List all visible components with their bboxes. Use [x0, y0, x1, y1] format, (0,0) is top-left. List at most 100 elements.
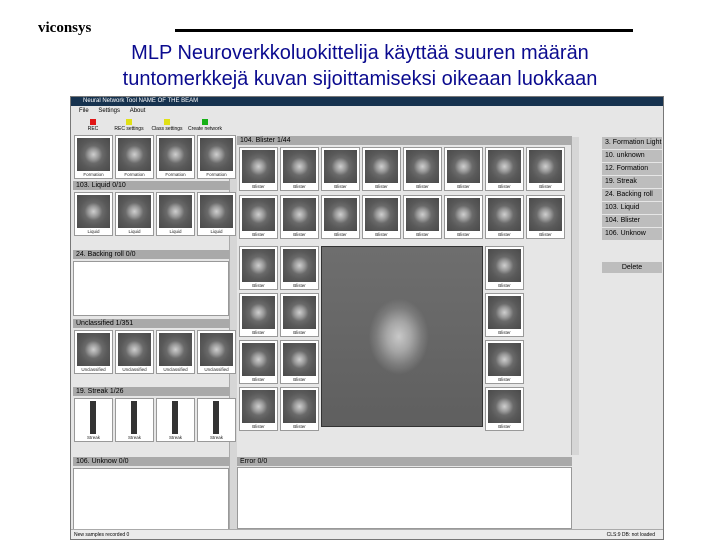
- center-thumb[interactable]: Blister: [239, 293, 278, 337]
- thumb-caption: Unclassified: [204, 367, 229, 372]
- center-thumb[interactable]: Blister: [485, 195, 524, 239]
- center-thumb[interactable]: Blister: [485, 387, 524, 431]
- thumb-caption: Blister: [293, 377, 306, 382]
- thumb-caption: Blister: [293, 283, 306, 288]
- thumb-image: [283, 296, 316, 329]
- class-list-item[interactable]: 12. Formation: [602, 163, 662, 175]
- center-thumb[interactable]: Blister: [280, 340, 319, 384]
- center-thumb[interactable]: Blister: [239, 195, 278, 239]
- menu-settings[interactable]: Settings: [98, 108, 120, 114]
- center-thumb[interactable]: Blister: [362, 195, 401, 239]
- center-thumb[interactable]: Blister: [280, 246, 319, 290]
- class-list-item[interactable]: 104. Blister: [602, 215, 662, 227]
- slide-title-line-2: tuntomerkkejä kuvan sijoittamiseksi oike…: [122, 68, 598, 90]
- left-thumb[interactable]: Streak: [197, 398, 236, 442]
- thumb-image: [118, 195, 151, 228]
- thumb-image: [365, 198, 398, 231]
- center-thumb[interactable]: Blister: [403, 147, 442, 191]
- center-thumb[interactable]: Blister: [239, 246, 278, 290]
- thumb-caption: Blister: [539, 184, 552, 189]
- class-list-item[interactable]: 10. unknown: [602, 150, 662, 162]
- center-thumb[interactable]: Blister: [280, 195, 319, 239]
- left-thumb[interactable]: Liquid: [156, 192, 195, 236]
- thumb-image: [324, 198, 357, 231]
- left-thumb[interactable]: Unclassified: [197, 330, 236, 374]
- class-list-item[interactable]: 24. Backing roll: [602, 189, 662, 201]
- left-thumb[interactable]: Unclassified: [156, 330, 195, 374]
- thumb-caption: Unclassified: [122, 367, 147, 372]
- menu-file[interactable]: File: [79, 108, 89, 114]
- thumb-image: [488, 150, 521, 183]
- class-list-item[interactable]: 3. Formation Light: [602, 137, 662, 149]
- center-thumb[interactable]: Blister: [239, 340, 278, 384]
- thumb-caption: Blister: [252, 424, 265, 429]
- center-thumb[interactable]: Blister: [239, 147, 278, 191]
- thumb-caption: Blister: [416, 232, 429, 237]
- thumb-caption: Blister: [498, 377, 511, 382]
- left-group-empty-2: [73, 261, 229, 316]
- center-thumb[interactable]: Blister: [321, 147, 360, 191]
- thumb-caption: Liquid: [169, 229, 182, 234]
- toolbar-label: Create network: [188, 126, 222, 132]
- status-left: New samples recorded 0: [74, 532, 130, 538]
- thumb-image: [159, 333, 192, 366]
- left-group-header-2: 24. Backing roll 0/0: [73, 250, 229, 259]
- center-thumb[interactable]: Blister: [280, 147, 319, 191]
- thumb-image: [242, 390, 275, 423]
- thumb-caption: Blister: [498, 184, 511, 189]
- toolbar-button-0[interactable]: REC: [75, 119, 111, 133]
- toolbar-button-1[interactable]: REC settings: [111, 119, 147, 133]
- left-group-header-5: 106. Unknow 0/0: [73, 457, 229, 466]
- class-list-item[interactable]: 106. Unknow: [602, 228, 662, 240]
- thumb-caption: Blister: [252, 184, 265, 189]
- thumb-image: [406, 198, 439, 231]
- left-thumb[interactable]: Formation: [156, 135, 195, 179]
- center-thumb[interactable]: Blister: [403, 195, 442, 239]
- center-thumb[interactable]: Blister: [526, 195, 565, 239]
- left-group-empty-5: [73, 468, 229, 530]
- left-thumb[interactable]: Unclassified: [74, 330, 113, 374]
- center-thumb[interactable]: Blister: [526, 147, 565, 191]
- toolbar-icon: [90, 119, 96, 125]
- left-thumb[interactable]: Streak: [74, 398, 113, 442]
- app-window: Neural Network Tool NAME OF THE BEAM Fil…: [70, 96, 664, 540]
- left-thumb[interactable]: Streak: [156, 398, 195, 442]
- menu-about[interactable]: About: [130, 108, 146, 114]
- center-thumb[interactable]: Blister: [444, 195, 483, 239]
- selected-image-preview[interactable]: [321, 246, 483, 427]
- left-thumb[interactable]: Unclassified: [115, 330, 154, 374]
- thumb-image: [77, 333, 110, 366]
- class-list-item[interactable]: 103. Liquid: [602, 202, 662, 214]
- center-thumb[interactable]: Blister: [485, 340, 524, 384]
- left-thumb[interactable]: Formation: [115, 135, 154, 179]
- thumb-caption: Unclassified: [163, 367, 188, 372]
- toolbar-icon: [202, 119, 208, 125]
- delete-button[interactable]: Delete: [602, 262, 662, 273]
- thumb-caption: Liquid: [210, 229, 223, 234]
- left-thumb[interactable]: Streak: [115, 398, 154, 442]
- center-thumb[interactable]: Blister: [280, 293, 319, 337]
- center-thumb[interactable]: Blister: [362, 147, 401, 191]
- toolbar-label: REC settings: [114, 126, 144, 132]
- center-thumb[interactable]: Blister: [239, 387, 278, 431]
- toolbar-button-2[interactable]: Class settings: [149, 119, 185, 133]
- toolbar-label: REC: [87, 126, 99, 132]
- center-thumb[interactable]: Blister: [485, 293, 524, 337]
- center-thumb[interactable]: Blister: [485, 246, 524, 290]
- left-thumb[interactable]: Liquid: [74, 192, 113, 236]
- center-thumb[interactable]: Blister: [485, 147, 524, 191]
- title-rule: [175, 29, 633, 32]
- center-thumb[interactable]: Blister: [280, 387, 319, 431]
- left-thumb[interactable]: Formation: [74, 135, 113, 179]
- left-thumb[interactable]: Liquid: [197, 192, 236, 236]
- class-list-item[interactable]: 19. Streak: [602, 176, 662, 188]
- left-thumb[interactable]: Formation: [197, 135, 236, 179]
- status-right: CLS:9 DB: not loaded: [606, 532, 655, 538]
- toolbar-button-3[interactable]: Create network: [187, 119, 223, 133]
- center-thumb[interactable]: Blister: [321, 195, 360, 239]
- center-scrollbar[interactable]: [571, 137, 579, 455]
- thumb-image: [529, 198, 562, 231]
- center-thumb[interactable]: Blister: [444, 147, 483, 191]
- left-thumb[interactable]: Liquid: [115, 192, 154, 236]
- thumb-caption: Liquid: [87, 229, 100, 234]
